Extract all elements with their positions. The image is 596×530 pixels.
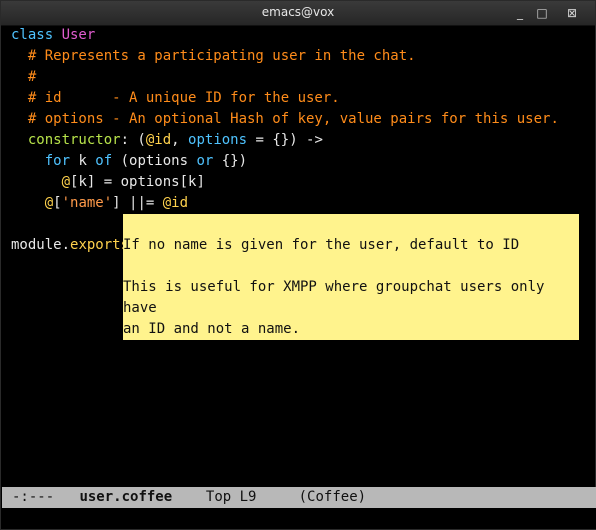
- code-token: .: [61, 237, 71, 253]
- tooltip-line-3: This is useful for XMPP where groupchat …: [123, 279, 553, 316]
- modeline-major-mode: (Coffee): [298, 489, 367, 505]
- mode-line: -:--- user.coffee Top L9 (Coffee): [2, 487, 596, 508]
- code-line: class User: [11, 25, 595, 46]
- code-token: # Represents a participating user in the…: [11, 48, 416, 64]
- code-token: {}): [221, 153, 248, 169]
- code-token: = {}) ->: [247, 132, 323, 148]
- code-token: [k] = options[k]: [70, 174, 205, 190]
- code-token: k: [78, 153, 96, 169]
- code-line: @[k] = options[k]: [11, 172, 595, 193]
- tooltip-line-2: [123, 256, 579, 277]
- code-line: for k of (options or {}): [11, 151, 595, 172]
- documentation-tooltip: If no name is given for the user, defaul…: [123, 214, 579, 340]
- code-token: class: [11, 27, 62, 43]
- minimize-icon[interactable]: _: [512, 5, 528, 21]
- code-line: # id - A unique ID for the user.: [11, 88, 595, 109]
- maximize-icon[interactable]: □: [534, 5, 550, 21]
- code-token: [: [53, 195, 62, 211]
- code-line: # Represents a participating user in the…: [11, 46, 595, 67]
- modeline-position: Top L9: [205, 489, 257, 505]
- code-token: User: [61, 27, 96, 43]
- code-line: # options - An optional Hash of key, val…: [11, 109, 595, 130]
- code-token: module: [11, 237, 62, 253]
- modeline-buffer-name: user.coffee: [79, 489, 173, 505]
- code-token: # options - An optional Hash of key, val…: [11, 111, 559, 127]
- code-token: or: [196, 153, 222, 169]
- code-token: @id: [162, 195, 189, 211]
- code-token: : (: [120, 132, 146, 148]
- code-token: for: [11, 153, 79, 169]
- window-title: emacs@vox: [261, 5, 335, 19]
- code-token: exports: [70, 237, 130, 253]
- code-token: options: [188, 132, 248, 148]
- code-token: @: [11, 174, 71, 190]
- code-line: constructor: (@id, options = {}) ->: [11, 130, 595, 151]
- code-token: @id: [145, 132, 172, 148]
- modeline-status: -:---: [12, 489, 55, 505]
- close-icon[interactable]: ⊠: [555, 5, 589, 21]
- code-token: constructor: [11, 132, 121, 148]
- code-token: @: [11, 195, 54, 211]
- code-token: #: [11, 69, 37, 85]
- code-token: ,: [171, 132, 189, 148]
- code-token: # id - A unique ID for the user.: [11, 90, 340, 106]
- code-line: #: [11, 67, 595, 88]
- emacs-window: emacs@vox _ □ ⊠ class User # Represents …: [0, 0, 596, 530]
- code-token: (options: [120, 153, 197, 169]
- code-token: ] ||=: [112, 195, 163, 211]
- tooltip-line-1: If no name is given for the user, defaul…: [123, 237, 520, 253]
- minibuffer[interactable]: [2, 508, 596, 529]
- tooltip-line-4: an ID and not a name.: [123, 321, 301, 337]
- code-token: of: [95, 153, 121, 169]
- code-token: 'name': [61, 195, 113, 211]
- code-line: @['name'] ||= @id: [11, 193, 595, 214]
- title-bar: emacs@vox _ □ ⊠: [1, 1, 595, 26]
